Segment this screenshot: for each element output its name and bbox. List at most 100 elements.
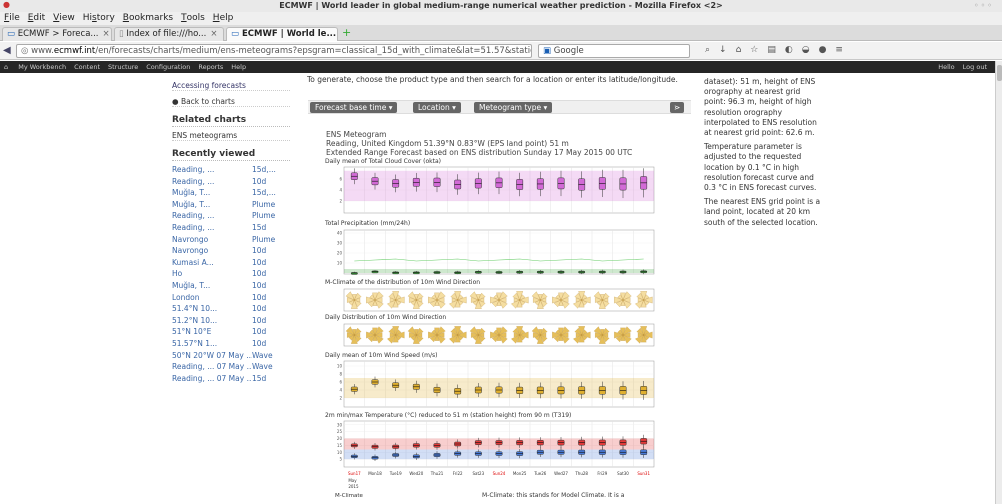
new-tab-icon[interactable]: + xyxy=(342,27,351,39)
recent-type[interactable]: Plume xyxy=(252,210,288,222)
menu-item-3[interactable]: History xyxy=(79,12,119,25)
home-icon[interactable]: ⌂ xyxy=(0,61,12,73)
recent-type[interactable]: 15d,... xyxy=(252,187,288,199)
recent-item[interactable]: Muğla, T... 15d,... xyxy=(172,187,290,199)
accessing-forecasts-link[interactable]: Accessing forecasts xyxy=(172,80,290,91)
ens-meteograms-link[interactable]: ENS meteograms xyxy=(172,130,290,141)
recent-place[interactable]: Kumasi A... xyxy=(172,257,252,269)
recent-place[interactable]: 50°N 20°W 07 May ... xyxy=(172,350,252,362)
recent-item[interactable]: Reading, ... 10d xyxy=(172,176,290,188)
recent-item[interactable]: 51.2°N 10... 10d xyxy=(172,315,290,327)
location-button[interactable]: Location ▾ xyxy=(413,102,461,113)
meteogram-type-button[interactable]: Meteogram type ▾ xyxy=(474,102,553,113)
search-input[interactable]: ▣ Google xyxy=(538,44,690,58)
vertical-scrollbar[interactable] xyxy=(995,61,1002,504)
recent-item[interactable]: Reading, ... 07 May ... 15d xyxy=(172,373,290,385)
tab-1[interactable]: ▯ Index of file:///ho... × xyxy=(114,27,224,41)
recent-place[interactable]: Reading, ... xyxy=(172,176,252,188)
recent-item[interactable]: Ho 10d xyxy=(172,268,290,280)
recent-place[interactable]: London xyxy=(172,292,252,304)
menu-item-1[interactable]: Edit xyxy=(24,12,49,25)
recent-place[interactable]: 51.57°N 1... xyxy=(172,338,252,350)
recent-place[interactable]: Reading, ... xyxy=(172,222,252,234)
recent-place[interactable]: Muğla, T... xyxy=(172,187,252,199)
close-icon[interactable]: × xyxy=(210,29,217,39)
recent-place[interactable]: Muğla, T... xyxy=(172,199,252,211)
admin-menu-item[interactable]: My Workbench xyxy=(14,61,70,73)
admin-menu-item[interactable]: Configuration xyxy=(142,61,194,73)
tab-2[interactable]: ▭ ECMWF | World le...× xyxy=(226,27,338,41)
recent-type[interactable]: 10d xyxy=(252,176,288,188)
recent-type[interactable]: 10d xyxy=(252,245,288,257)
back-icon[interactable]: ◀ xyxy=(3,45,11,57)
recent-type[interactable]: 15d xyxy=(252,373,288,385)
admin-menu-item[interactable]: Structure xyxy=(104,61,142,73)
recent-item[interactable]: Reading, ... 07 May ... Wave xyxy=(172,361,290,373)
recent-item[interactable]: 51.57°N 1... 10d xyxy=(172,338,290,350)
recent-place[interactable]: Ho xyxy=(172,268,252,280)
recent-item[interactable]: Reading, ... Plume xyxy=(172,210,290,222)
menu-item-0[interactable]: File xyxy=(0,12,24,25)
recent-item[interactable]: 51.4°N 10... 10d xyxy=(172,303,290,315)
recent-type[interactable]: 10d xyxy=(252,338,288,350)
recent-place[interactable]: Navrongo xyxy=(172,234,252,246)
cloud-cover-chart: 2 4 6 xyxy=(339,166,655,214)
recent-type[interactable]: Wave xyxy=(252,350,288,362)
recent-type[interactable]: Plume xyxy=(252,234,288,246)
close-icon[interactable]: × xyxy=(103,29,110,39)
recent-type[interactable]: 10d xyxy=(252,280,288,292)
url-bar[interactable]: ◎ www.ecmwf.int/en/forecasts/charts/medi… xyxy=(16,44,532,58)
recent-type[interactable]: Wave xyxy=(252,361,288,373)
recent-place[interactable]: 51.2°N 10... xyxy=(172,315,252,327)
recent-place[interactable]: Reading, ... 07 May ... xyxy=(172,361,252,373)
tick-label: 10 xyxy=(337,261,343,266)
tab-0[interactable]: ▭ ECMWF > Foreca... × xyxy=(2,27,112,41)
recent-place[interactable]: Muğla, T... xyxy=(172,280,252,292)
recent-item[interactable]: Navrongo Plume xyxy=(172,234,290,246)
recent-item[interactable]: Muğla, T... 10d xyxy=(172,280,290,292)
toolbar-icons[interactable]: ⌕↓⌂☆▤◐◒●≡ xyxy=(705,44,852,57)
recent-item[interactable]: Navrongo 10d xyxy=(172,245,290,257)
recent-item[interactable]: 50°N 20°W 07 May ... Wave xyxy=(172,350,290,362)
sidebar: Accessing forecasts ● Back to charts Rel… xyxy=(172,80,290,384)
footer-legend: M-Climate xyxy=(335,493,363,499)
recent-item[interactable]: 51°N 10°E 10d xyxy=(172,326,290,338)
recent-type[interactable]: 10d xyxy=(252,315,288,327)
menu-item-5[interactable]: Tools xyxy=(177,12,209,25)
precip-box xyxy=(433,271,441,274)
recent-item[interactable]: Reading, ... 15d xyxy=(172,222,290,234)
forecast-base-time-button[interactable]: Forecast base time ▾ xyxy=(310,102,398,113)
recent-item[interactable]: Reading, ... 15d,... xyxy=(172,164,290,176)
menu-item-4[interactable]: Bookmarks xyxy=(119,12,177,25)
share-button[interactable]: ⋗ xyxy=(670,102,685,113)
menu-item-6[interactable]: Help xyxy=(209,12,238,25)
recent-type[interactable]: Plume xyxy=(252,199,288,211)
recent-place[interactable]: 51.4°N 10... xyxy=(172,303,252,315)
recent-type[interactable]: 15d,... xyxy=(252,164,288,176)
recent-item[interactable]: London 10d xyxy=(172,292,290,304)
admin-menu-item[interactable]: Help xyxy=(227,61,250,73)
menu-item-2[interactable]: View xyxy=(49,12,79,25)
back-to-charts-link[interactable]: ● Back to charts xyxy=(172,96,290,107)
recent-item[interactable]: Kumasi A... 10d xyxy=(172,257,290,269)
recent-type[interactable]: 10d xyxy=(252,257,288,269)
recent-place[interactable]: Reading, ... xyxy=(172,164,252,176)
search-engine-icon: ▣ xyxy=(543,46,554,56)
recent-place[interactable]: 51°N 10°E xyxy=(172,326,252,338)
recent-place[interactable]: Reading, ... xyxy=(172,210,252,222)
recent-item[interactable]: Muğla, T... Plume xyxy=(172,199,290,211)
admin-menu-item[interactable]: Content xyxy=(70,61,104,73)
scrollbar-thumb[interactable] xyxy=(997,65,1002,81)
recent-type[interactable]: 15d xyxy=(252,222,288,234)
recent-type[interactable]: 10d xyxy=(252,326,288,338)
admin-menu-item[interactable]: Reports xyxy=(194,61,227,73)
recent-place[interactable]: Navrongo xyxy=(172,245,252,257)
window-controls[interactable]: ◦◦◦ xyxy=(974,1,994,10)
logout-link[interactable]: Log out xyxy=(959,61,991,73)
date-tick-label: Tue19 xyxy=(389,471,402,476)
recent-type[interactable]: 10d xyxy=(252,292,288,304)
tick-label: 20 xyxy=(337,251,343,256)
recent-type[interactable]: 10d xyxy=(252,303,288,315)
recent-place[interactable]: Reading, ... 07 May ... xyxy=(172,373,252,385)
recent-type[interactable]: 10d xyxy=(252,268,288,280)
